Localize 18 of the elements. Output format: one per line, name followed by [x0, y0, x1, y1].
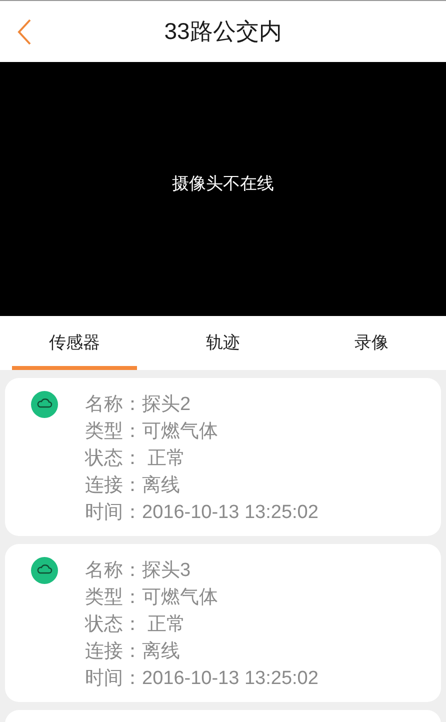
- cloud-icon: [31, 557, 58, 584]
- sensor-info-line: 类型：可燃气体: [85, 420, 219, 444]
- camera-offline-message: 摄像头不在线: [172, 173, 274, 196]
- sensor-info-line: 名称：探头3: [85, 559, 192, 583]
- sensor-info-line: 状态： 正常: [85, 447, 186, 471]
- tab[interactable]: 传感器: [12, 316, 137, 370]
- cloud-icon: [31, 391, 58, 418]
- sensor-info-line: 连接：离线: [85, 474, 181, 498]
- sensor-info-line: 状态： 正常: [85, 613, 186, 637]
- page-title: 33路公交内: [164, 17, 282, 46]
- sensor-info-line: 名称：探头2: [85, 393, 192, 417]
- back-icon: [16, 18, 32, 46]
- tab[interactable]: 轨迹: [160, 316, 286, 370]
- sensor-info-line: 连接：离线: [85, 640, 181, 664]
- tab[interactable]: 录像: [309, 316, 434, 370]
- sensor-info-line: 类型：可燃气体: [85, 586, 219, 610]
- sensor-info-line: 时间：2016-10-13 13:25:02: [85, 501, 318, 525]
- sensor-info-line: 时间：2016-10-13 13:25:02: [85, 667, 318, 691]
